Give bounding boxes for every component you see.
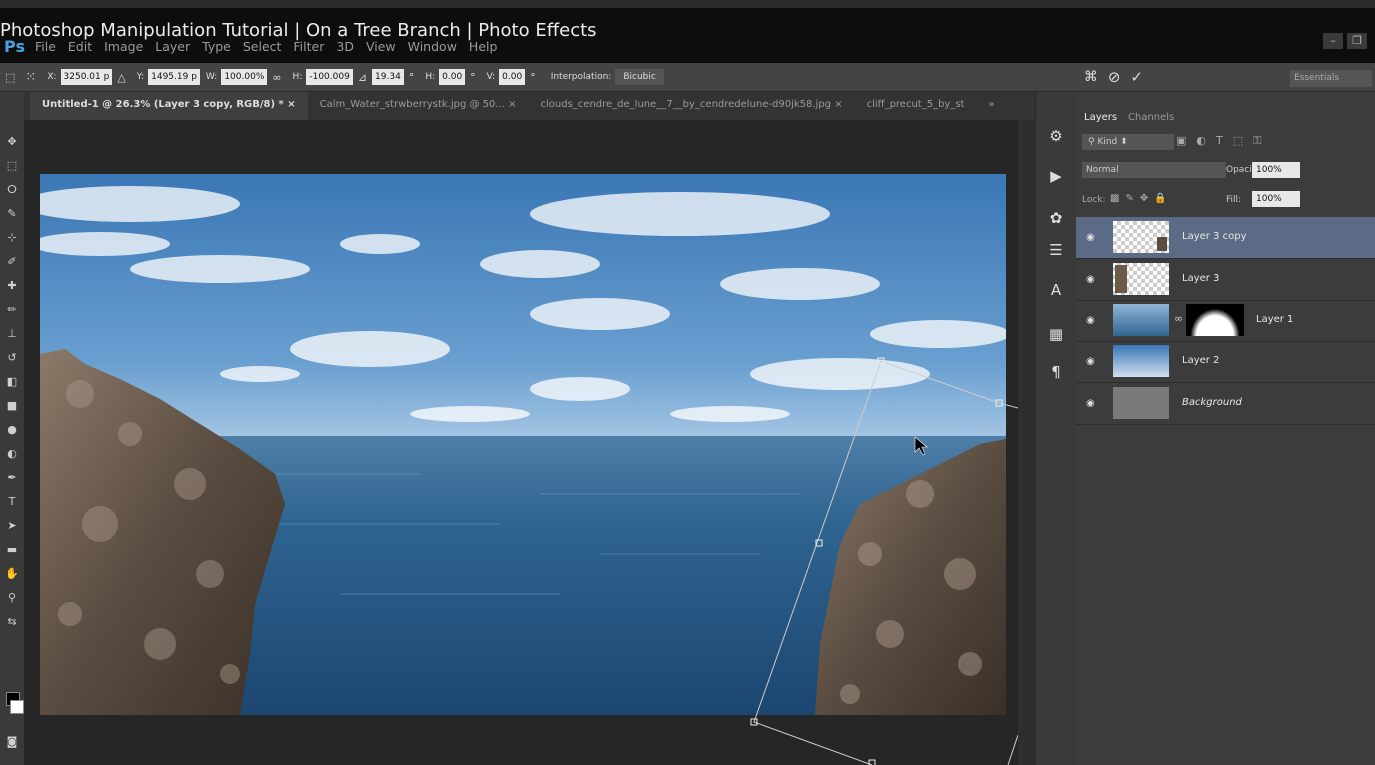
layer-thumbnail [1113, 263, 1169, 295]
fill-input[interactable]: 100% [1252, 191, 1300, 207]
layer-row-layer-2[interactable]: ◉ Layer 2 [1076, 341, 1375, 383]
layer-name: Background [1182, 397, 1242, 408]
opacity-input[interactable]: 100% [1252, 162, 1300, 178]
swatches-panel-icon[interactable]: ▦ [1044, 322, 1068, 346]
history-panel-icon[interactable]: ⚙ [1044, 124, 1068, 148]
fill-label: Fill: [1226, 195, 1242, 205]
mask-link-icon[interactable]: ∞ [1174, 312, 1183, 325]
layer-row-layer-3[interactable]: ◉ Layer 3 [1076, 259, 1375, 301]
layer-filter-select[interactable]: ⚲ Kind ⬍ [1082, 134, 1174, 150]
brushes-panel-icon[interactable]: ✿ [1044, 206, 1068, 230]
layer-thumbnail [1113, 221, 1169, 253]
adjustments-panel-icon[interactable]: ☰ [1044, 238, 1068, 262]
layer-name: Layer 1 [1256, 314, 1294, 325]
blend-mode-select[interactable]: Normal [1082, 162, 1226, 178]
character-panel-icon[interactable]: A [1044, 278, 1068, 302]
layer-mask-thumbnail[interactable] [1186, 304, 1244, 336]
layer-name: Layer 2 [1182, 355, 1220, 366]
layer-row-layer-3-copy[interactable]: ◉ Layer 3 copy [1076, 217, 1375, 259]
mouse-cursor-icon [914, 436, 928, 456]
actions-panel-icon[interactable]: ▶ [1044, 164, 1068, 188]
eye-icon[interactable]: ◉ [1086, 315, 1095, 326]
layer-thumbnail [1113, 345, 1169, 377]
layer-thumbnail [1113, 304, 1169, 336]
layer-row-background[interactable]: ◉ Background [1076, 383, 1375, 425]
lock-label: Lock: [1082, 195, 1106, 205]
lock-icons[interactable]: ▩✎✥🔒 [1110, 193, 1173, 204]
filter-icons[interactable]: ▣◐T⬚⚿ [1176, 134, 1271, 148]
tab-channels[interactable]: Channels [1128, 112, 1174, 123]
layer-name: Layer 3 copy [1182, 231, 1247, 242]
eye-icon[interactable]: ◉ [1086, 356, 1095, 367]
layer-thumbnail [1113, 387, 1169, 419]
tab-layers[interactable]: Layers [1084, 112, 1117, 123]
layers-panel: Layers Channels ⚲ Kind ⬍ ▣◐T⬚⚿ Normal Op… [1076, 92, 1375, 765]
layer-name: Layer 3 [1182, 273, 1220, 284]
layer-row-layer-1[interactable]: ◉ ∞ Layer 1 [1076, 300, 1375, 342]
eye-icon[interactable]: ◉ [1086, 398, 1095, 409]
eye-icon[interactable]: ◉ [1086, 232, 1095, 243]
canvas-vertical-scrollbar[interactable] [1018, 120, 1036, 765]
eye-icon[interactable]: ◉ [1086, 274, 1095, 285]
collapsed-panels-dock: ⚙ ▶ ✿ ☰ A ▦ ¶ [1036, 92, 1076, 765]
paragraph-panel-icon[interactable]: ¶ [1044, 360, 1068, 384]
